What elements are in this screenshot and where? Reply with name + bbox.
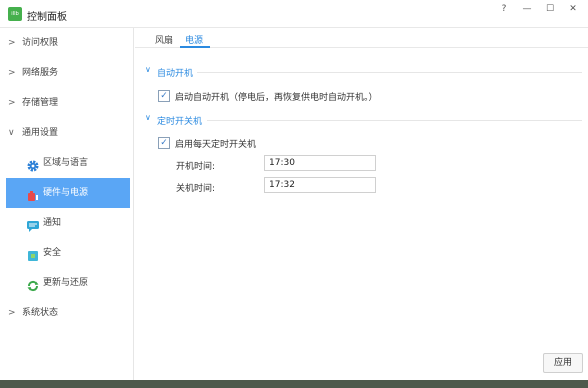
power-on-time-input[interactable]: 17:30 bbox=[264, 155, 376, 171]
maximize-button[interactable]: ☐ bbox=[539, 2, 561, 16]
chevron-right-icon: > bbox=[8, 38, 16, 48]
sidebar-item-label: 系统状态 bbox=[22, 308, 59, 318]
sidebar-item-notifications[interactable]: 通知 bbox=[6, 208, 130, 238]
section-divider bbox=[207, 120, 582, 121]
power-on-time-label: 开机时间: bbox=[176, 162, 216, 172]
active-tab-indicator bbox=[180, 46, 210, 48]
chevron-down-icon: ∨ bbox=[8, 128, 15, 138]
section-title: 定时开关机 bbox=[157, 117, 203, 127]
auto-boot-checkbox[interactable]: ✓ bbox=[158, 90, 170, 102]
sidebar: > 访问权限 > 网络服务 > 存储管理 ∨ 通用设置 区域与语言 硬件与电源 … bbox=[0, 28, 134, 380]
sidebar-item-access[interactable]: > 访问权限 bbox=[0, 28, 134, 58]
section-title: 自动开机 bbox=[157, 69, 194, 79]
tab-bar: 风扇 电源 bbox=[135, 28, 588, 48]
taskbar bbox=[0, 380, 588, 388]
sidebar-item-label: 安全 bbox=[43, 248, 62, 258]
title-bar: iIIb 控制面板 ? — ☐ ✕ bbox=[0, 0, 588, 28]
sidebar-item-region-language[interactable]: 区域与语言 bbox=[6, 148, 130, 178]
section-divider bbox=[197, 72, 582, 73]
sidebar-item-hardware-power[interactable]: 硬件与电源 bbox=[6, 178, 130, 208]
help-button[interactable]: ? bbox=[493, 2, 515, 16]
sidebar-item-network[interactable]: > 网络服务 bbox=[0, 58, 134, 88]
sidebar-item-label: 存储管理 bbox=[22, 98, 59, 108]
sidebar-item-label: 访问权限 bbox=[22, 38, 59, 48]
shield-icon bbox=[26, 246, 40, 261]
sidebar-item-general[interactable]: ∨ 通用设置 bbox=[0, 118, 134, 148]
chat-icon bbox=[26, 216, 40, 232]
sidebar-item-update-restore[interactable]: 更新与还原 bbox=[6, 268, 130, 298]
sidebar-item-system-status[interactable]: > 系统状态 bbox=[0, 298, 134, 328]
caret-down-icon: ∨ bbox=[145, 65, 151, 74]
control-panel-window: iIIb 控制面板 ? — ☐ ✕ > 访问权限 > 网络服务 > 存储管理 ∨… bbox=[0, 0, 588, 380]
sidebar-item-label: 更新与还原 bbox=[43, 278, 89, 288]
scheduled-power-label: 启用每天定时开关机 bbox=[175, 140, 257, 150]
sidebar-item-label: 通用设置 bbox=[22, 128, 59, 138]
sidebar-item-label: 区域与语言 bbox=[43, 158, 89, 168]
scheduled-power-checkbox[interactable]: ✓ bbox=[158, 137, 170, 149]
refresh-icon bbox=[26, 276, 40, 292]
caret-down-icon: ∨ bbox=[145, 113, 151, 122]
main-content: 风扇 电源 ∨ 自动开机 ✓ 启动自动开机（停电后，再恢复供电时自动开机。） ∨… bbox=[135, 28, 588, 380]
sidebar-item-label: 网络服务 bbox=[22, 68, 59, 78]
chevron-right-icon: > bbox=[8, 98, 16, 108]
section-scheduled-header[interactable]: ∨ 定时开关机 bbox=[145, 113, 215, 127]
power-off-time-label: 关机时间: bbox=[176, 184, 216, 194]
minimize-button[interactable]: — bbox=[516, 2, 538, 16]
sidebar-item-security[interactable]: 安全 bbox=[6, 238, 130, 268]
close-button[interactable]: ✕ bbox=[562, 2, 584, 16]
gear-icon bbox=[26, 156, 40, 172]
auto-boot-label: 启动自动开机（停电后，再恢复供电时自动开机。） bbox=[175, 93, 378, 103]
section-auto-boot-header[interactable]: ∨ 自动开机 bbox=[145, 65, 205, 79]
tab-power[interactable]: 电源 bbox=[185, 33, 203, 46]
chevron-right-icon: > bbox=[8, 308, 16, 318]
power-off-time-input[interactable]: 17:32 bbox=[264, 177, 376, 193]
sidebar-item-label: 通知 bbox=[43, 218, 62, 228]
app-logo-icon: iIIb bbox=[8, 7, 22, 21]
sidebar-item-storage[interactable]: > 存储管理 bbox=[0, 88, 134, 118]
window-title: 控制面板 bbox=[27, 12, 67, 23]
apply-button[interactable]: 应用 bbox=[543, 353, 583, 373]
sidebar-item-label: 硬件与电源 bbox=[43, 188, 89, 198]
chevron-right-icon: > bbox=[8, 68, 16, 78]
tab-fan[interactable]: 风扇 bbox=[155, 33, 173, 46]
hardware-power-icon bbox=[26, 186, 40, 201]
